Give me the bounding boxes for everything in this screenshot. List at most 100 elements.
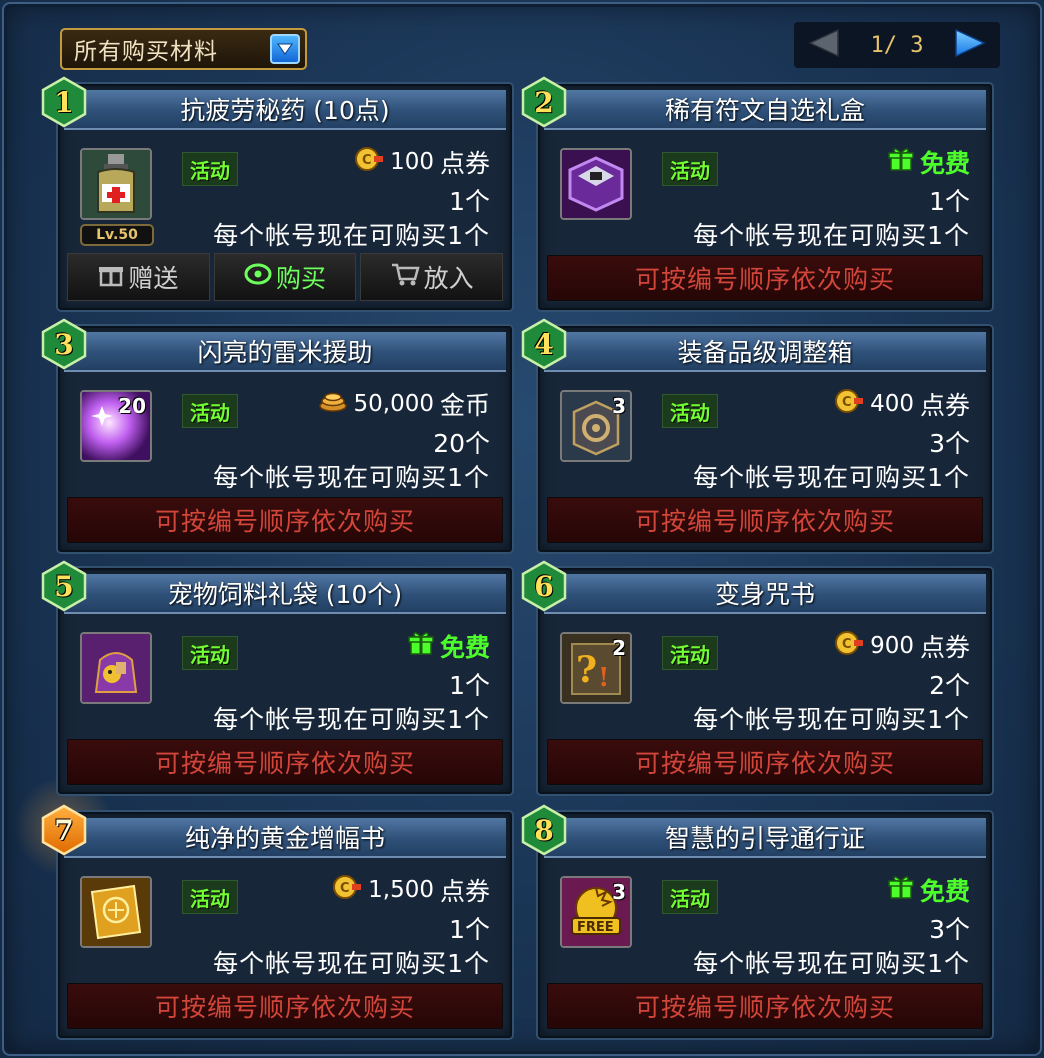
- event-tag: 活动: [182, 152, 238, 186]
- gold-amplify-book-icon[interactable]: [80, 876, 152, 948]
- sequential-purchase-button[interactable]: 可按编号顺序依次购买: [547, 255, 983, 301]
- prev-page-icon[interactable]: [808, 28, 840, 62]
- svg-text:C: C: [842, 395, 852, 410]
- item-price: C 1,500 点券: [332, 872, 490, 908]
- item-price: 免费: [408, 628, 490, 664]
- item-quantity: 1个: [449, 915, 490, 944]
- stack-count: 3: [612, 880, 626, 904]
- sequential-purchase-button[interactable]: 可按编号顺序依次购买: [547, 497, 983, 543]
- stack-count: 2: [612, 636, 626, 660]
- chevron-down-icon[interactable]: [270, 34, 300, 64]
- card-header: 智慧的引导通行证: [544, 818, 986, 858]
- gold-coins-icon: [318, 390, 348, 419]
- card-header: 稀有符文自选礼盒: [544, 90, 986, 130]
- item-price: C 100 点券: [354, 144, 490, 180]
- next-page-icon[interactable]: [954, 28, 986, 62]
- card-header: 装备品级调整箱: [544, 332, 986, 372]
- sequential-purchase-button[interactable]: 可按编号顺序依次购买: [547, 739, 983, 785]
- purchase-limit: 每个帐号现在可购买1个: [213, 705, 490, 734]
- item-number-badge: 3: [38, 318, 90, 370]
- shop-item-card-8[interactable]: 8 智慧的引导通行证 FREE 3 活动 免费 3个 每个帐号现在可购买1个 可…: [521, 804, 992, 1038]
- item-price: C 900 点券: [834, 628, 970, 664]
- pager: 1/ 3: [794, 22, 1000, 68]
- badge-number: 6: [534, 569, 554, 603]
- stack-count: 20: [118, 394, 146, 418]
- badge-number: 1: [54, 85, 74, 119]
- buy-button[interactable]: 购买: [213, 253, 357, 301]
- cash-icon: [244, 262, 272, 292]
- price-amount: 900: [870, 633, 914, 659]
- cart-icon: [390, 261, 420, 293]
- cera-coin-icon: C: [834, 630, 864, 662]
- price-unit: 点券: [439, 149, 490, 178]
- price-unit: 免费: [439, 633, 490, 662]
- material-filter-dropdown[interactable]: 所有购买材料: [60, 28, 307, 70]
- badge-number: 5: [54, 569, 74, 603]
- shop-item-card-2[interactable]: 2 稀有符文自选礼盒 活动 免费 1个 每个帐号现在可购买1个 可按编号顺序依次…: [521, 76, 992, 310]
- free-text: FREE: [577, 920, 614, 935]
- gift-icon: [888, 146, 914, 178]
- buy-label: 购买: [276, 264, 327, 293]
- item-price: 50,000 金币: [318, 386, 490, 422]
- svg-text:!: !: [598, 663, 609, 693]
- potion-bottle-icon[interactable]: [80, 148, 152, 220]
- event-tag: 活动: [662, 394, 718, 428]
- gear-chest-icon[interactable]: 3: [560, 390, 632, 462]
- shop-item-card-1[interactable]: 1 抗疲劳秘药 (10点) Lv.50 活动 C 100 点券 1个 每个帐号现…: [41, 76, 512, 310]
- shop-item-card-6[interactable]: 6 变身咒书 ?! 2 活动 C 900 点券 2个 每个帐号现在可购买1个 可…: [521, 560, 992, 794]
- badge-number: 3: [54, 327, 74, 361]
- transform-scroll-icon[interactable]: ?! 2: [560, 632, 632, 704]
- price-unit: 点券: [919, 391, 970, 420]
- shop-item-card-5[interactable]: 5 宠物饲料礼袋 (10个) 活动 免费 1个 每个帐号现在可购买1个 可按编号…: [41, 560, 512, 794]
- pet-food-bag-icon[interactable]: [80, 632, 152, 704]
- sequential-purchase-button[interactable]: 可按编号顺序依次购买: [547, 983, 983, 1029]
- cera-coin-icon: C: [834, 388, 864, 420]
- event-tag: 活动: [182, 880, 238, 914]
- gift-label: 赠送: [128, 264, 179, 293]
- shop-item-card-3[interactable]: 3 闪亮的雷米援助 20 活动 50,000 金币 20个 每个帐号现在可购买1…: [41, 318, 512, 552]
- item-number-badge: 8: [518, 804, 570, 856]
- sequential-purchase-button[interactable]: 可按编号顺序依次购买: [67, 497, 503, 543]
- item-title: 变身咒书: [714, 580, 815, 609]
- item-price: 免费: [888, 872, 970, 908]
- shop-item-card-7[interactable]: 7 纯净的黄金增幅书 活动 C 1,500 点券 1个 每个帐号现在可购买1个 …: [41, 804, 512, 1038]
- item-number-badge: 1: [38, 76, 90, 128]
- item-title: 智慧的引导通行证: [664, 824, 865, 853]
- item-number-badge: 6: [518, 560, 570, 612]
- event-tag: 活动: [182, 636, 238, 670]
- guide-pass-icon[interactable]: FREE 3: [560, 876, 632, 948]
- item-number-badge: 5: [38, 560, 90, 612]
- gift-button[interactable]: 赠送: [67, 253, 210, 301]
- item-quantity: 20个: [433, 429, 490, 458]
- price-amount: 100: [390, 149, 434, 175]
- item-number-badge: 4: [518, 318, 570, 370]
- item-quantity: 3个: [929, 915, 970, 944]
- svg-text:C: C: [340, 881, 350, 896]
- svg-text:C: C: [842, 637, 852, 652]
- gift-icon: [888, 874, 914, 906]
- item-price: 免费: [888, 144, 970, 180]
- event-tag: 活动: [662, 152, 718, 186]
- card-header: 变身咒书: [544, 574, 986, 614]
- purchase-limit: 每个帐号现在可购买1个: [213, 221, 490, 250]
- price-amount: 50,000: [353, 391, 434, 417]
- price-unit: 金币: [439, 391, 490, 420]
- shop-item-card-4[interactable]: 4 装备品级调整箱 3 活动 C 400 点券 3个 每个帐号现在可购买1个 可…: [521, 318, 992, 552]
- sequential-purchase-button[interactable]: 可按编号顺序依次购买: [67, 983, 503, 1029]
- price-amount: 400: [870, 391, 914, 417]
- purchase-limit: 每个帐号现在可购买1个: [213, 463, 490, 492]
- sparkle-crystal-icon[interactable]: 20: [80, 390, 152, 462]
- level-requirement: Lv.50: [80, 224, 154, 246]
- badge-number: 8: [534, 813, 554, 847]
- gift-box-icon: [98, 261, 124, 293]
- sequential-purchase-button[interactable]: 可按编号顺序依次购买: [67, 739, 503, 785]
- purchase-limit: 每个帐号现在可购买1个: [693, 705, 970, 734]
- price-unit: 免费: [919, 877, 970, 906]
- item-number-badge-active: 7: [38, 804, 90, 856]
- event-tag: 活动: [662, 880, 718, 914]
- purchase-limit: 每个帐号现在可购买1个: [693, 221, 970, 250]
- add-to-cart-button[interactable]: 放入: [360, 253, 504, 301]
- filter-label: 所有购买材料: [74, 39, 218, 65]
- card-header: 宠物饲料礼袋 (10个): [64, 574, 506, 614]
- rune-box-icon[interactable]: [560, 148, 632, 220]
